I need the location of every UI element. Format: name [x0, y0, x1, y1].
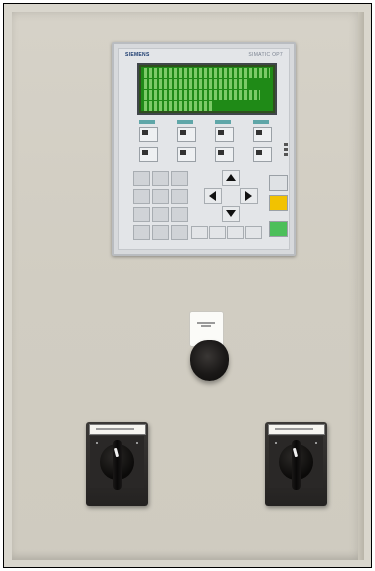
- switch-label: [89, 424, 146, 435]
- rotary-switch-left[interactable]: [86, 422, 148, 506]
- escape-key[interactable]: [269, 175, 288, 191]
- switch-knob[interactable]: [279, 440, 313, 490]
- key-icon: [142, 150, 148, 155]
- key-icon: [218, 130, 224, 135]
- lcd-screen: [141, 67, 273, 111]
- function-key[interactable]: [177, 147, 196, 162]
- function-key-led: [139, 120, 155, 124]
- number-key[interactable]: [133, 225, 150, 240]
- image-frame: SIEMENS SIMATIC OP7: [3, 3, 372, 568]
- function-key-led: [253, 120, 269, 124]
- key-icon: [256, 130, 262, 135]
- function-key[interactable]: [139, 127, 158, 142]
- panel-key[interactable]: [245, 226, 262, 239]
- indicator-icon: [284, 148, 288, 151]
- function-key[interactable]: [253, 147, 272, 162]
- number-key[interactable]: [171, 225, 188, 240]
- cabinet-edge: [358, 12, 364, 560]
- lcd-line: [144, 68, 270, 78]
- enter-key[interactable]: [269, 221, 288, 237]
- number-key[interactable]: [133, 171, 150, 186]
- switch-label: [268, 424, 325, 435]
- key-icon: [180, 130, 186, 135]
- indicator-icon: [284, 143, 288, 146]
- indicator-icon: [284, 153, 288, 156]
- number-key[interactable]: [171, 207, 188, 222]
- model-label: SIMATIC OP7: [248, 52, 283, 58]
- function-key[interactable]: [215, 127, 234, 142]
- number-key[interactable]: [152, 189, 169, 204]
- number-key[interactable]: [171, 189, 188, 204]
- lcd-display: [137, 63, 277, 115]
- function-key-led: [215, 120, 231, 124]
- number-key[interactable]: [152, 171, 169, 186]
- switch-plate: [269, 436, 323, 490]
- key-icon: [142, 130, 148, 135]
- shift-key[interactable]: [191, 226, 208, 239]
- up-arrow-icon: [226, 174, 236, 181]
- function-key[interactable]: [139, 147, 158, 162]
- rotary-switch-right[interactable]: [265, 422, 327, 506]
- number-key[interactable]: [171, 171, 188, 186]
- right-arrow-key[interactable]: [240, 188, 258, 204]
- up-arrow-key[interactable]: [222, 170, 240, 186]
- lcd-line: [144, 90, 261, 100]
- function-key[interactable]: [215, 147, 234, 162]
- number-key[interactable]: [133, 189, 150, 204]
- switch-knob[interactable]: [100, 440, 134, 490]
- left-arrow-key[interactable]: [204, 188, 222, 204]
- function-key[interactable]: [253, 127, 272, 142]
- operator-panel: SIEMENS SIMATIC OP7: [112, 42, 296, 256]
- function-key-led: [177, 120, 193, 124]
- panel-key[interactable]: [209, 226, 226, 239]
- panel-key[interactable]: [227, 226, 244, 239]
- right-arrow-icon: [245, 191, 252, 201]
- function-key[interactable]: [177, 127, 196, 142]
- emergency-stop-button[interactable]: [190, 340, 229, 381]
- down-arrow-key[interactable]: [222, 206, 240, 222]
- number-key[interactable]: [152, 207, 169, 222]
- status-indicators: [283, 141, 289, 165]
- down-arrow-icon: [226, 210, 236, 217]
- operator-panel-face: SIEMENS SIMATIC OP7: [118, 48, 290, 250]
- control-cabinet-panel: SIEMENS SIMATIC OP7: [12, 12, 364, 560]
- number-key[interactable]: [152, 225, 169, 240]
- lcd-line: [144, 79, 247, 89]
- key-icon: [256, 150, 262, 155]
- brand-logo: SIEMENS: [125, 52, 150, 58]
- ack-key[interactable]: [269, 195, 288, 211]
- switch-plate: [90, 436, 144, 490]
- key-icon: [180, 150, 186, 155]
- estop-label-text: [193, 321, 219, 329]
- number-key[interactable]: [133, 207, 150, 222]
- lcd-line: [144, 101, 213, 111]
- left-arrow-icon: [209, 191, 216, 201]
- key-icon: [218, 150, 224, 155]
